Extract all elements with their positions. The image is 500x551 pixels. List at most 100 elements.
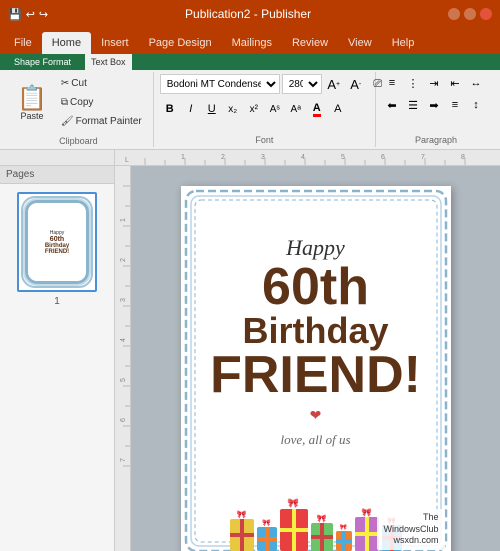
giftbox-6 bbox=[355, 517, 379, 551]
ruler-svg: L 1 2 3 4 5 6 bbox=[115, 150, 500, 166]
svg-text:7: 7 bbox=[120, 458, 127, 462]
thumb-birthday: Birthday bbox=[45, 243, 69, 249]
ribbon-v-1 bbox=[240, 519, 244, 551]
superscript-button[interactable]: x² bbox=[244, 99, 264, 119]
align-left-button[interactable]: ⬅ bbox=[382, 96, 402, 114]
watermark-line1: The bbox=[383, 512, 438, 524]
subscript-button[interactable]: x₂ bbox=[223, 99, 243, 119]
pages-panel: Pages Happy 60th Birthday FRIEND! 1 bbox=[0, 166, 115, 551]
font-color-icon: A bbox=[313, 102, 321, 117]
indent-increase-button[interactable]: ⇥ bbox=[424, 74, 444, 92]
gift-2: 🎀 bbox=[257, 519, 277, 551]
giftbox-5 bbox=[336, 531, 352, 551]
justify-button[interactable]: ≡ bbox=[445, 96, 465, 114]
copy-icon: ⧉ bbox=[61, 97, 68, 108]
align-right-button[interactable]: ➡ bbox=[424, 96, 444, 114]
svg-text:5: 5 bbox=[341, 154, 345, 161]
tab-review[interactable]: Review bbox=[282, 32, 338, 54]
tab-insert[interactable]: Insert bbox=[91, 32, 139, 54]
bow-6: 🎀 bbox=[362, 508, 372, 517]
giftbox-4 bbox=[311, 523, 333, 551]
svg-text:2: 2 bbox=[120, 258, 127, 262]
font-color-button[interactable]: A bbox=[307, 99, 327, 119]
svg-text:8: 8 bbox=[461, 154, 465, 161]
giftbox-2 bbox=[257, 527, 277, 551]
tab-home[interactable]: Home bbox=[42, 32, 91, 54]
heart-icon: ❤ bbox=[310, 407, 322, 423]
tab-mailings[interactable]: Mailings bbox=[222, 32, 282, 54]
underline-button[interactable]: U bbox=[202, 99, 222, 119]
svg-text:3: 3 bbox=[120, 298, 127, 302]
all-caps-button[interactable]: Aˢ bbox=[265, 99, 285, 119]
bullet-list-button[interactable]: ≡ bbox=[382, 74, 402, 92]
ltr-button[interactable]: ↔ bbox=[466, 74, 486, 92]
line-spacing-button[interactable]: ↕ bbox=[466, 96, 486, 114]
close-button[interactable] bbox=[480, 8, 492, 20]
align-center-button[interactable]: ☰ bbox=[403, 96, 423, 114]
font-format-row: B I U x₂ x² Aˢ Aᵃ A A bbox=[160, 99, 348, 119]
small-caps-button[interactable]: Aᵃ bbox=[286, 99, 306, 119]
format-painter-button[interactable]: 🖌 Format Painter bbox=[56, 112, 147, 130]
ribbon-v-6 bbox=[365, 517, 369, 551]
horizontal-ruler: L 1 2 3 4 5 6 bbox=[115, 150, 500, 166]
redo-icon[interactable]: ↪ bbox=[39, 8, 48, 21]
bow-1: 🎀 bbox=[237, 510, 247, 519]
bow-2: 🎀 bbox=[262, 519, 271, 527]
birthday-card[interactable]: Happy 60th Birthday FRIEND! ❤ love, all … bbox=[181, 186, 451, 551]
quick-access-toolbar[interactable]: 💾 ↩ ↪ bbox=[8, 8, 48, 21]
paste-icon: 📋 bbox=[17, 87, 47, 111]
svg-text:7: 7 bbox=[421, 154, 425, 161]
undo-icon[interactable]: ↩ bbox=[26, 8, 35, 21]
format-painter-icon: 🖌 bbox=[61, 116, 74, 127]
gift-4: 🎀 bbox=[311, 514, 333, 551]
save-icon[interactable]: 💾 bbox=[8, 8, 22, 21]
gift-1: 🎀 bbox=[230, 510, 254, 551]
font-group-content: Bodoni MT Condense 280 A+ A- ⎚ B I U x₂ … bbox=[160, 74, 369, 133]
bow-5: 🎀 bbox=[340, 524, 347, 531]
paragraph-group-content: ≡ ⋮ ⇥ ⇤ ↔ ⬅ ☰ ➡ ≡ ↕ bbox=[382, 74, 490, 133]
page-thumbnail-container[interactable]: Happy 60th Birthday FRIEND! 1 bbox=[0, 184, 114, 315]
context-tab-shape-format[interactable]: Shape Format bbox=[8, 54, 77, 70]
ribbon-v-5 bbox=[342, 531, 346, 551]
number-list-button[interactable]: ⋮ bbox=[403, 74, 423, 92]
v-ruler-svg: 1 2 3 4 5 6 7 bbox=[115, 166, 131, 551]
clipboard-label: Clipboard bbox=[10, 134, 147, 146]
indent-decrease-button[interactable]: ⇤ bbox=[445, 74, 465, 92]
thumb-content: Happy 60th Birthday FRIEND! bbox=[45, 230, 69, 255]
page-thumb-1[interactable]: Happy 60th Birthday FRIEND! bbox=[17, 192, 97, 292]
context-tab-bar: Shape Format Text Box bbox=[0, 54, 500, 70]
font-shrink-button[interactable]: A- bbox=[346, 74, 366, 94]
canvas-area[interactable]: Happy 60th Birthday FRIEND! ❤ love, all … bbox=[131, 166, 500, 551]
bow-3: 🎀 bbox=[288, 498, 299, 509]
font-name-row: Bodoni MT Condense 280 A+ A- ⎚ bbox=[160, 74, 388, 94]
ruler-area: L 1 2 3 4 5 6 bbox=[0, 150, 500, 166]
window-controls[interactable] bbox=[448, 8, 492, 20]
highlight-button[interactable]: A bbox=[328, 99, 348, 119]
watermark-line3: wsxdn.com bbox=[383, 535, 438, 547]
ruler-corner bbox=[0, 150, 115, 166]
svg-text:5: 5 bbox=[120, 378, 127, 382]
tab-file[interactable]: File bbox=[4, 32, 42, 54]
align-row: ⬅ ☰ ➡ ≡ ↕ bbox=[382, 96, 486, 114]
cut-button[interactable]: ✂ Cut bbox=[56, 74, 147, 92]
italic-button[interactable]: I bbox=[181, 99, 201, 119]
svg-text:1: 1 bbox=[120, 218, 127, 222]
context-tab-text-box[interactable]: Text Box bbox=[85, 54, 132, 70]
minimize-button[interactable] bbox=[448, 8, 460, 20]
card-birthday-text: Birthday bbox=[242, 313, 388, 349]
font-grow-button[interactable]: A+ bbox=[324, 74, 344, 94]
tab-view[interactable]: View bbox=[338, 32, 382, 54]
thumb-page-number: 1 bbox=[54, 296, 60, 307]
svg-text:L: L bbox=[125, 157, 129, 164]
maximize-button[interactable] bbox=[464, 8, 476, 20]
font-size-select[interactable]: 280 bbox=[282, 74, 322, 94]
title-bar: 💾 ↩ ↪ Publication2 - Publisher bbox=[0, 0, 500, 28]
vertical-ruler: 1 2 3 4 5 6 7 bbox=[115, 166, 131, 551]
paste-button[interactable]: 📋 Paste bbox=[10, 74, 54, 134]
font-name-select[interactable]: Bodoni MT Condense bbox=[160, 74, 280, 94]
bold-button[interactable]: B bbox=[160, 99, 180, 119]
tab-page-design[interactable]: Page Design bbox=[139, 32, 222, 54]
tab-help[interactable]: Help bbox=[382, 32, 425, 54]
copy-button[interactable]: ⧉ Copy bbox=[56, 93, 147, 111]
svg-text:2: 2 bbox=[221, 154, 225, 161]
